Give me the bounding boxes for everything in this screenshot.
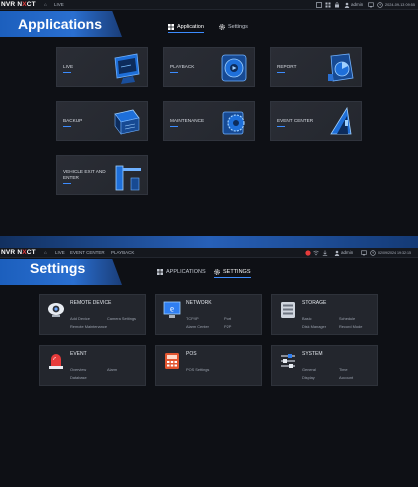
alarm-icon[interactable]	[305, 250, 311, 256]
grid-icon[interactable]	[325, 2, 331, 8]
report-icon	[328, 53, 354, 82]
apps-tabs: Application Settings	[168, 21, 258, 33]
card-link-basic[interactable]: Basic	[302, 316, 312, 321]
app-tile-label: REPORT	[277, 64, 327, 73]
card-link-tcp-ip[interactable]: TCP/IP	[186, 316, 199, 321]
settings-card-system[interactable]: SYSTEM General Time Display Account	[271, 345, 378, 386]
user-icon	[334, 250, 340, 256]
storage-icon	[281, 302, 295, 318]
card-link-general[interactable]: General	[302, 367, 316, 372]
apps-topbar: NVR NXCT ⌂ LIVE admin 2024-09-13 09:55	[0, 0, 418, 10]
camera-icon	[48, 303, 64, 317]
card-title: EVENT	[70, 351, 87, 357]
user-name[interactable]: admin	[351, 0, 363, 10]
settings-card-pos[interactable]: POS POS Settings	[155, 345, 262, 386]
app-tile-label: LIVE	[63, 64, 113, 73]
datetime: 02/09/2024 19:32:15	[378, 251, 411, 255]
lock-icon[interactable]	[334, 2, 340, 8]
app-tile-backup[interactable]: BACKUP	[56, 101, 148, 141]
card-link-account[interactable]: Account	[339, 375, 353, 380]
app-tile-event-center[interactable]: EVENT CENTER	[270, 101, 362, 141]
card-link-record-mode[interactable]: Record Mode	[339, 324, 362, 329]
card-link-disk-manager[interactable]: Disk Manager	[302, 324, 326, 329]
grid-icon	[157, 268, 163, 275]
window-icon[interactable]	[316, 2, 322, 8]
card-link-camera-settings[interactable]: Camera Settings	[107, 316, 136, 321]
page-title: Applications	[18, 16, 103, 32]
app-tile-report[interactable]: REPORT	[270, 47, 362, 87]
playback-icon	[221, 54, 247, 82]
card-link-overview[interactable]: Overview	[70, 367, 86, 372]
download-icon[interactable]	[322, 250, 328, 256]
card-title: POS	[186, 351, 197, 357]
alarm-light-icon	[49, 354, 63, 369]
card-link-p2p[interactable]: P2P	[224, 324, 231, 329]
card-link-time[interactable]: Time	[339, 367, 348, 372]
user-icon	[344, 2, 350, 8]
nvr-logo: NVR NXCT	[1, 1, 36, 8]
user-name[interactable]: admin	[341, 248, 353, 258]
app-tile-label: BACKUP	[63, 118, 113, 127]
monitor-icon	[114, 53, 140, 84]
card-title: STORAGE	[302, 300, 327, 306]
card-title: REMOTE DEVICE	[70, 300, 112, 306]
settings-card-storage[interactable]: STORAGE Basic Schedule Disk Manager Reco…	[271, 294, 378, 335]
app-tile-maintenance[interactable]: MAINTENANCE	[163, 101, 255, 141]
clock-icon	[377, 2, 383, 8]
tab-application[interactable]: Application	[168, 21, 204, 33]
backup-icon	[114, 109, 140, 135]
app-tile-label: VEHICLE EXIT AND ENTER	[63, 169, 113, 184]
clock-icon	[370, 250, 376, 256]
tab-settings[interactable]: Settings	[219, 21, 248, 33]
maintenance-icon	[222, 111, 245, 135]
home-icon[interactable]: ⌂	[44, 0, 47, 10]
app-tile-vehicle-exit-enter[interactable]: VEHICLE EXIT AND ENTER	[56, 155, 148, 195]
vehicle-barrier-icon	[115, 165, 141, 191]
gear-icon	[219, 23, 225, 30]
settings-screen: NVR NXCT ⌂ LIVE EVENT CENTER PLAYBACK ad…	[0, 248, 418, 487]
app-tile-label: EVENT CENTER	[277, 118, 327, 127]
card-link-port[interactable]: Port	[224, 316, 231, 321]
settings-card-event[interactable]: EVENT Overview Alarm Database	[39, 345, 146, 386]
card-link-add-device[interactable]: Add Device	[70, 316, 90, 321]
screen-divider	[0, 236, 418, 248]
nav-playback[interactable]: PLAYBACK	[111, 248, 134, 258]
app-tile-live[interactable]: LIVE	[56, 47, 148, 87]
page-title: Settings	[30, 260, 86, 276]
settings-card-remote-device[interactable]: REMOTE DEVICE Add Device Camera Settings…	[39, 294, 146, 335]
gear-icon	[214, 268, 220, 275]
network-icon: e	[163, 301, 181, 318]
card-link-remote-maintenance[interactable]: Remote Maintenance	[70, 324, 107, 329]
card-link-schedule[interactable]: Schedule	[339, 316, 355, 321]
monitor-icon[interactable]	[368, 2, 374, 8]
app-tile-playback[interactable]: PLAYBACK	[163, 47, 255, 87]
tab-applications[interactable]: APPLICATIONS	[157, 266, 206, 278]
settings-card-network[interactable]: e NETWORK TCP/IP Port Alarm Center P2P	[155, 294, 262, 335]
card-link-alarm[interactable]: Alarm	[107, 367, 117, 372]
monitor-icon[interactable]	[361, 250, 367, 256]
event-center-icon	[330, 106, 352, 135]
card-link-pos-settings[interactable]: POS Settings	[186, 367, 209, 372]
settings-tabs: APPLICATIONS SETTINGS	[157, 266, 257, 278]
network-status-icon[interactable]	[313, 250, 319, 256]
card-link-alarm-center[interactable]: Alarm Center	[186, 324, 209, 329]
datetime: 2024-09-13 09:55	[385, 3, 415, 7]
card-title: NETWORK	[186, 300, 212, 306]
nav-live[interactable]: LIVE	[54, 0, 64, 10]
svg-text:e: e	[170, 304, 174, 314]
system-sliders-icon	[281, 354, 295, 368]
card-link-display[interactable]: Display	[302, 375, 315, 380]
app-tile-label: PLAYBACK	[170, 64, 220, 73]
card-title: SYSTEM	[302, 351, 323, 357]
grid-icon	[168, 23, 174, 30]
tab-settings[interactable]: SETTINGS	[214, 266, 251, 278]
app-tile-label: MAINTENANCE	[170, 118, 220, 127]
pos-icon	[165, 353, 179, 369]
card-link-database[interactable]: Database	[70, 375, 87, 380]
